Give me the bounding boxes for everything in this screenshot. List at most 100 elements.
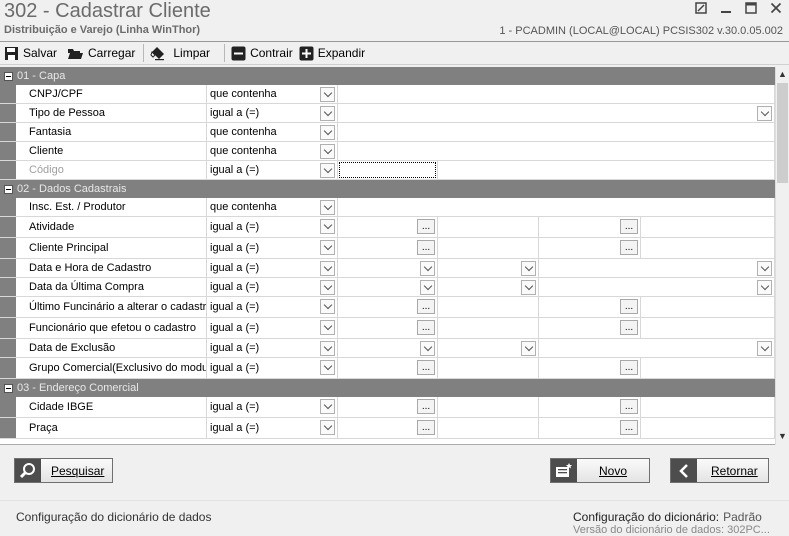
close-icon[interactable] xyxy=(769,1,783,15)
scroll-thumb[interactable] xyxy=(777,83,788,183)
operator-select[interactable]: igual a (=) xyxy=(207,339,338,357)
value-to-input[interactable]: ... xyxy=(539,358,641,378)
search-button[interactable]: Pesquisar xyxy=(14,458,113,483)
value-from-input[interactable]: ... xyxy=(338,418,438,438)
lookup-button[interactable]: ... xyxy=(417,219,435,234)
lookup-button[interactable]: ... xyxy=(417,299,435,314)
date-to-select[interactable] xyxy=(539,259,775,277)
chevron-down-icon[interactable] xyxy=(420,341,435,356)
chevron-down-icon[interactable] xyxy=(521,280,536,295)
time-from-select[interactable] xyxy=(438,278,539,296)
chevron-down-icon[interactable] xyxy=(521,261,536,276)
chevron-down-icon[interactable] xyxy=(320,341,335,356)
operator-select[interactable]: igual a (=) xyxy=(207,397,338,417)
operator-select[interactable]: igual a (=) xyxy=(207,161,338,179)
operator-select[interactable]: igual a (=) xyxy=(207,358,338,378)
operator-select[interactable]: igual a (=) xyxy=(207,297,338,317)
lookup-button[interactable]: ... xyxy=(417,360,435,375)
lookup-button[interactable]: ... xyxy=(417,320,435,335)
value-to-input[interactable]: ... xyxy=(539,397,641,417)
collapse-button[interactable]: Contrair xyxy=(231,43,299,63)
scroll-up-icon[interactable]: ▲ xyxy=(778,69,787,79)
operator-select[interactable]: que contenha xyxy=(207,142,338,160)
back-button[interactable]: Retornar xyxy=(670,458,769,483)
chevron-down-icon[interactable] xyxy=(757,280,772,295)
chevron-down-icon[interactable] xyxy=(757,261,772,276)
value-to-input[interactable]: ... xyxy=(539,297,641,317)
chevron-down-icon[interactable] xyxy=(757,106,772,121)
value-from-input[interactable]: ... xyxy=(338,238,438,258)
collapse-toggle-icon[interactable] xyxy=(4,383,13,393)
save-button[interactable]: Salvar xyxy=(4,43,63,63)
section-header-capa[interactable]: 01 - Capa xyxy=(0,67,775,85)
chevron-down-icon[interactable] xyxy=(320,125,335,140)
chevron-down-icon[interactable] xyxy=(320,163,335,178)
lookup-button[interactable]: ... xyxy=(417,420,435,435)
date-to-select[interactable] xyxy=(539,339,775,357)
chevron-down-icon[interactable] xyxy=(320,360,335,375)
expand-button[interactable]: Expandir xyxy=(299,43,371,63)
operator-select[interactable]: que contenha xyxy=(207,123,338,141)
value-input[interactable] xyxy=(338,123,775,141)
operator-select[interactable]: igual a (=) xyxy=(207,104,338,122)
lookup-button[interactable]: ... xyxy=(620,399,638,414)
collapse-toggle-icon[interactable] xyxy=(4,184,13,194)
minimize-icon[interactable] xyxy=(719,1,733,15)
operator-select[interactable]: igual a (=) xyxy=(207,238,338,258)
lookup-button[interactable]: ... xyxy=(620,299,638,314)
lookup-button[interactable]: ... xyxy=(620,320,638,335)
value-from-input[interactable]: ... xyxy=(338,318,438,338)
value-to-input[interactable]: ... xyxy=(539,217,641,237)
chevron-down-icon[interactable] xyxy=(320,399,335,414)
load-button[interactable]: Carregar xyxy=(67,43,141,63)
scroll-down-icon[interactable]: ▼ xyxy=(778,431,787,441)
lookup-button[interactable]: ... xyxy=(620,219,638,234)
operator-select[interactable]: que contenha xyxy=(207,198,338,216)
chevron-down-icon[interactable] xyxy=(420,280,435,295)
value-to-input[interactable]: ... xyxy=(539,238,641,258)
operator-select[interactable]: igual a (=) xyxy=(207,318,338,338)
chevron-down-icon[interactable] xyxy=(320,219,335,234)
operator-select[interactable]: igual a (=) xyxy=(207,217,338,237)
date-from-select[interactable] xyxy=(338,259,438,277)
date-from-select[interactable] xyxy=(338,339,438,357)
vertical-scrollbar[interactable]: ▲ ▼ xyxy=(775,67,789,445)
operator-select[interactable]: igual a (=) xyxy=(207,418,338,438)
date-to-select[interactable] xyxy=(539,278,775,296)
chevron-down-icon[interactable] xyxy=(320,261,335,276)
value-select[interactable] xyxy=(338,104,775,122)
value-to-input[interactable]: ... xyxy=(539,418,641,438)
chevron-down-icon[interactable] xyxy=(757,341,772,356)
collapse-toggle-icon[interactable] xyxy=(4,71,13,81)
chevron-down-icon[interactable] xyxy=(320,87,335,102)
section-header-endereco-comercial[interactable]: 03 - Endereço Comercial xyxy=(0,379,775,397)
chevron-down-icon[interactable] xyxy=(320,144,335,159)
chevron-down-icon[interactable] xyxy=(320,200,335,215)
chevron-down-icon[interactable] xyxy=(420,261,435,276)
chevron-down-icon[interactable] xyxy=(320,299,335,314)
chevron-down-icon[interactable] xyxy=(320,240,335,255)
operator-select[interactable]: igual a (=) xyxy=(207,259,338,277)
value-input[interactable] xyxy=(338,142,775,160)
restore-icon[interactable] xyxy=(694,1,708,15)
value-from-input[interactable]: ... xyxy=(338,217,438,237)
time-from-select[interactable] xyxy=(438,259,539,277)
chevron-down-icon[interactable] xyxy=(320,280,335,295)
lookup-button[interactable]: ... xyxy=(620,240,638,255)
section-header-dados-cadastrais[interactable]: 02 - Dados Cadastrais xyxy=(0,180,775,198)
chevron-down-icon[interactable] xyxy=(320,106,335,121)
new-button[interactable]: Novo xyxy=(550,458,650,483)
lookup-button[interactable]: ... xyxy=(417,240,435,255)
clear-button[interactable]: Limpar xyxy=(150,43,216,63)
value-input[interactable] xyxy=(338,198,775,216)
chevron-down-icon[interactable] xyxy=(521,341,536,356)
date-from-select[interactable] xyxy=(338,278,438,296)
operator-select[interactable]: igual a (=) xyxy=(207,278,338,296)
chevron-down-icon[interactable] xyxy=(320,320,335,335)
lookup-button[interactable]: ... xyxy=(620,360,638,375)
lookup-button[interactable]: ... xyxy=(417,399,435,414)
value-from-input[interactable]: ... xyxy=(338,358,438,378)
lookup-button[interactable]: ... xyxy=(620,420,638,435)
operator-select[interactable]: que contenha xyxy=(207,85,338,103)
value-input[interactable] xyxy=(438,161,775,179)
